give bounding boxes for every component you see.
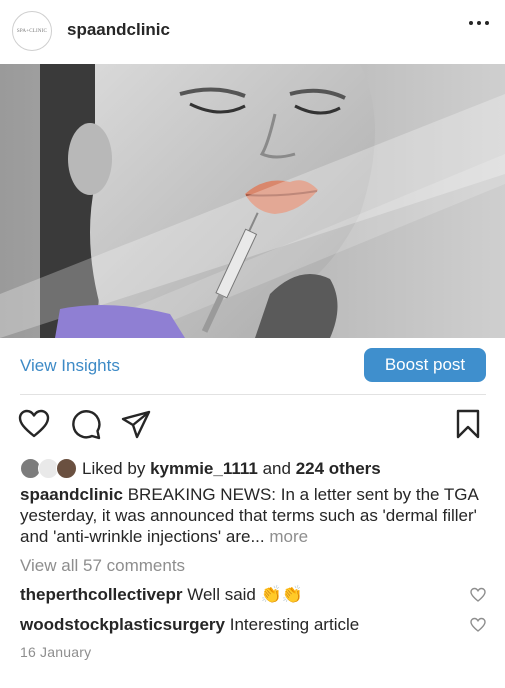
avatar[interactable]: SPA+CLINIC <box>12 11 52 51</box>
comment-like-heart-icon[interactable] <box>470 587 486 603</box>
clap-emoji: 👏👏 <box>260 585 303 604</box>
likes-connector: and <box>262 459 291 478</box>
heart-icon[interactable] <box>18 408 50 440</box>
avatar-logo-text: SPA+CLINIC <box>16 28 48 34</box>
liker-username[interactable]: kymmie_1111 <box>150 459 258 478</box>
caption-more-link[interactable]: more <box>269 527 308 546</box>
post-actions <box>0 405 505 445</box>
liker-avatar <box>56 458 77 479</box>
comment-username[interactable]: woodstockplasticsurgery <box>20 615 225 634</box>
comment-like-heart-icon[interactable] <box>470 617 486 633</box>
boost-post-button[interactable]: Boost post <box>364 348 486 382</box>
post-date: 16 January <box>20 644 92 660</box>
bookmark-icon[interactable] <box>452 408 484 440</box>
likes-others[interactable]: 224 others <box>296 459 381 478</box>
insights-row: View Insights Boost post <box>0 338 505 394</box>
likes-text: Liked by kymmie_1111 and 224 others <box>82 459 381 479</box>
liker-avatars[interactable] <box>20 458 78 480</box>
comment-item: theperthcollectivepr Well said 👏👏 <box>20 585 486 605</box>
post-username[interactable]: spaandclinic <box>67 20 170 40</box>
post-image-graphic <box>0 64 505 338</box>
view-all-comments-link[interactable]: View all 57 comments <box>20 556 185 576</box>
share-icon[interactable] <box>120 408 152 440</box>
comment-username[interactable]: theperthcollectivepr <box>20 585 183 604</box>
post-caption: spaandclinic BREAKING NEWS: In a letter … <box>20 484 490 547</box>
post-image[interactable] <box>0 64 505 338</box>
post-header: SPA+CLINIC spaandclinic <box>0 0 505 64</box>
comment-icon[interactable] <box>70 408 102 440</box>
caption-username[interactable]: spaandclinic <box>20 485 123 504</box>
divider <box>20 394 486 395</box>
comment-text: Well said <box>187 585 256 604</box>
view-insights-link[interactable]: View Insights <box>20 356 120 376</box>
likes-row: Liked by kymmie_1111 and 224 others <box>20 456 381 482</box>
more-options-icon[interactable] <box>469 21 489 25</box>
comment-item: woodstockplasticsurgery Interesting arti… <box>20 615 486 635</box>
likes-prefix: Liked by <box>82 459 146 478</box>
comment-text: Interesting article <box>229 615 360 634</box>
